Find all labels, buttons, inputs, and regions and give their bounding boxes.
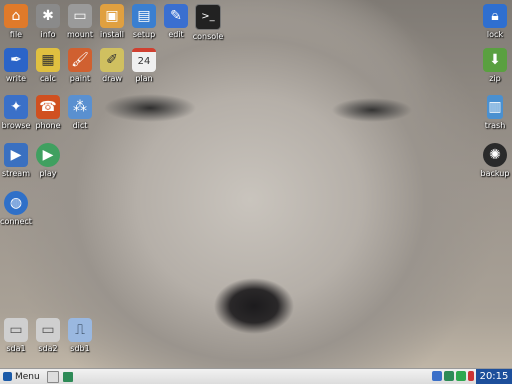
padlock-icon: 🔒︎ — [483, 4, 507, 28]
desktop-icon-zip[interactable]: ⬇ zip — [473, 48, 512, 88]
phone-icon: ☎ — [36, 95, 60, 119]
calculator-icon: ▦ — [36, 48, 60, 72]
volume-icon[interactable] — [432, 371, 442, 381]
icon-label: edit — [168, 30, 184, 39]
drive-icon: ▭ — [68, 4, 92, 28]
terminal-icon: >_ — [195, 4, 221, 30]
paintbrush-icon: 🖌︎ — [68, 48, 92, 72]
pencil-edit-icon: ✎ — [164, 4, 188, 28]
desktop-icon-console[interactable]: >_ console — [186, 4, 230, 44]
show-desktop-icon[interactable] — [46, 370, 59, 383]
stream-play-icon: ▶ — [4, 143, 28, 167]
icon-label: backup — [480, 169, 510, 178]
home-folder-icon: ⌂ — [4, 4, 28, 28]
package-install-icon: ▣ — [100, 4, 124, 28]
archive-icon: ⬇ — [483, 48, 507, 72]
icon-label: dict — [72, 121, 88, 130]
desktop-icon-connect[interactable]: ◍ connect — [0, 191, 38, 231]
icon-label: file — [9, 30, 23, 39]
monitor-setup-icon: ▤ — [132, 4, 156, 28]
icon-label: setup — [132, 30, 156, 39]
icon-label: phone — [35, 121, 61, 130]
icon-label: console — [192, 32, 224, 41]
icon-label: connect — [0, 217, 32, 226]
desktop-icon-trash[interactable]: ▥ trash — [473, 95, 512, 135]
trash-can-icon: ▥ — [487, 95, 503, 119]
calendar-icon: 24 — [132, 48, 156, 72]
desktop-icon-play[interactable]: ▶ play — [26, 143, 70, 183]
icon-label: install — [100, 30, 124, 39]
system-tray — [432, 371, 474, 381]
icon-label: write — [5, 74, 27, 83]
taskbar: Menu 20:15 — [0, 368, 512, 384]
menu-button[interactable]: Menu — [0, 370, 43, 384]
network-icon[interactable] — [444, 371, 454, 381]
battery-icon[interactable] — [456, 371, 466, 381]
icon-label: sdb1 — [70, 344, 90, 353]
icon-label: sda1 — [6, 344, 26, 353]
icon-label: zip — [489, 74, 501, 83]
icon-label: paint — [69, 74, 91, 83]
icon-label: calc — [40, 74, 56, 83]
icon-label: draw — [102, 74, 122, 83]
writer-pen-icon: ✒ — [4, 48, 28, 72]
icon-label: info — [40, 30, 56, 39]
desktop-icon-plan[interactable]: 24 plan — [122, 48, 166, 88]
clock[interactable]: 20:15 — [476, 369, 512, 384]
update-alert-icon[interactable] — [468, 371, 474, 381]
play-button-icon: ▶ — [36, 143, 60, 167]
menu-label: Menu — [15, 371, 40, 382]
backup-lifebuoy-icon: ✺ — [483, 143, 507, 167]
menu-logo-icon — [3, 372, 12, 381]
icon-label: play — [39, 169, 57, 178]
info-network-icon: ✱ — [36, 4, 60, 28]
disk-drive-icon: ▭ — [36, 318, 60, 342]
desktop-wallpaper: ⌂ file ✱ info ▭ mount ▣ install ▤ setup … — [0, 0, 512, 368]
icon-label: trash — [484, 121, 506, 130]
desktop-icon-lock[interactable]: 🔒︎ lock — [473, 4, 512, 44]
dictionary-icon: ⁂ — [68, 95, 92, 119]
workspace-switcher-icon[interactable] — [62, 371, 73, 382]
desktop-icon-backup[interactable]: ✺ backup — [473, 143, 512, 183]
icon-label: sda2 — [38, 344, 58, 353]
disk-drive-icon: ▭ — [4, 318, 28, 342]
desktop-icon-sdb1[interactable]: ⎍ sdb1 — [58, 318, 102, 358]
icon-label: plan — [135, 74, 153, 83]
draw-icon: ✐ — [100, 48, 124, 72]
icon-label: lock — [486, 30, 504, 39]
globe-connect-icon: ◍ — [4, 191, 28, 215]
browser-star-icon: ✦ — [4, 95, 28, 119]
usb-stick-icon: ⎍ — [68, 318, 92, 342]
desktop-icon-dict[interactable]: ⁂ dict — [58, 95, 102, 135]
